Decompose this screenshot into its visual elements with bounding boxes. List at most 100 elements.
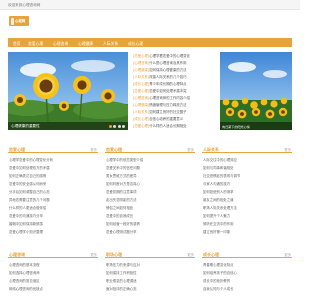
list-item[interactable]: 恋爱中的安全感从何而来: [9, 181, 97, 186]
list-item[interactable]: 婚姻中如何保持新鲜感: [9, 221, 97, 226]
article-title[interactable]: 什么是心理咨询及其作用: [149, 61, 186, 65]
list-item[interactable]: 如何选择心理咨询师: [9, 270, 97, 275]
list-item[interactable]: 朋友之间的相处之道: [203, 197, 291, 202]
nav-item-home[interactable]: 首页: [13, 41, 21, 47]
list-item[interactable]: 人际交往中的心理效应: [203, 157, 291, 162]
panel-header: 职场心理 更多: [105, 250, 195, 258]
panel-title[interactable]: 恋爱心理: [106, 147, 122, 153]
list-item[interactable]: 心理学恋爱中的心理变化分析: [9, 157, 97, 162]
category-tag: [人际关系]: [133, 75, 150, 79]
list-item[interactable]: [人际关系]如何建立良好的社交圈子: [133, 109, 216, 115]
list-item[interactable]: 分手后如何调整自己的心态: [9, 189, 97, 194]
panel-header: 人际关系 更多: [202, 145, 292, 153]
article-title[interactable]: 什么样的人适合长期相处: [149, 124, 186, 128]
nav-item-health[interactable]: 心理健康: [78, 41, 93, 47]
list-item[interactable]: 走出失恋阴影的方法: [106, 197, 194, 202]
list-item[interactable]: 职场人际关系处理方法: [203, 205, 291, 210]
hero-slideshow[interactable]: 心理健康的重要性: [8, 52, 128, 130]
list-item[interactable]: 异地恋需要注意的几个问题: [9, 197, 97, 202]
list-item[interactable]: 情侣之间如何相处: [106, 205, 194, 210]
nav-item-love[interactable]: 恋爱心理: [28, 41, 43, 47]
nav-item-relations[interactable]: 人际关系: [103, 41, 118, 47]
list-item[interactable]: [成长心理]青少年成长期的心理特点: [133, 81, 216, 87]
list-item[interactable]: 恋爱中如何处理双方的矛盾: [9, 165, 97, 170]
list-item[interactable]: 网络心理咨询的优缺点: [9, 286, 97, 291]
list-item[interactable]: 恋爱初期的注意事项: [106, 189, 194, 194]
list-item[interactable]: 面对批评的正确心态: [106, 286, 194, 291]
list-item[interactable]: 如何正确表达自己的感情: [9, 173, 97, 178]
list-item[interactable]: 心理咨询的基本流程: [9, 262, 97, 267]
list-item[interactable]: 如何与同事和谐相处: [203, 165, 291, 170]
list-item[interactable]: 如何判断对方是否真心: [106, 181, 194, 186]
list-item[interactable]: 什么样的人更适合做伴侣: [9, 205, 97, 210]
article-title[interactable]: 改善人际关系的几个技巧: [149, 75, 186, 79]
feature-image[interactable]: 向日葵下的阳光心情: [220, 52, 292, 130]
slide-dot[interactable]: [117, 124, 121, 128]
article-title[interactable]: 心理学看恋爱中的心理变化: [149, 54, 190, 58]
list-item[interactable]: 成长中的挫折教育: [203, 278, 291, 283]
list-item[interactable]: 职业倦怠的心理调适: [106, 278, 194, 283]
more-link[interactable]: 更多: [90, 147, 97, 152]
list-item[interactable]: 如何经营一段好的感情: [106, 221, 194, 226]
panel-title[interactable]: 职场心理: [106, 252, 122, 258]
panel-title[interactable]: 恋爱心理: [9, 147, 25, 153]
list-item[interactable]: [心理健康]如何保持心理健康的方法: [133, 67, 216, 73]
article-title[interactable]: 恋爱中如何处理矛盾冲突: [149, 89, 186, 93]
feature-caption[interactable]: 向日葵下的阳光心情: [222, 124, 250, 129]
more-link[interactable]: 更多: [284, 252, 291, 257]
list-item[interactable]: 恋爱中的沟通技巧分享: [9, 213, 97, 218]
list-item[interactable]: [心理咨询]什么是心理咨询及其作用: [133, 60, 216, 66]
article-title[interactable]: 情绪管理与压力释放方法: [149, 103, 186, 107]
article-title[interactable]: 自信心培养的重要意义: [149, 117, 183, 121]
list-item[interactable]: 建立良好第一印象: [203, 229, 291, 234]
list-item[interactable]: 青春期心理变化特点: [203, 262, 291, 267]
list-item[interactable]: 倾听在交流中的作用: [203, 221, 291, 226]
article-title[interactable]: 青少年成长期的心理特点: [149, 82, 186, 86]
more-link[interactable]: 更多: [187, 252, 194, 257]
article-title[interactable]: 如何保持心理健康的方法: [149, 68, 186, 72]
slide-dot[interactable]: [113, 124, 116, 128]
list-item[interactable]: 如何保持工作积极性: [106, 270, 194, 275]
list-item[interactable]: 恋爱中的自我成长: [106, 213, 194, 218]
article-title[interactable]: 如何建立良好的社交圈子: [149, 110, 186, 114]
category-tag: [心理健康]: [133, 103, 150, 107]
list-item[interactable]: 与家人沟通的技巧: [203, 181, 291, 186]
more-link[interactable]: 更多: [187, 147, 194, 152]
panel-title[interactable]: 成长心理: [203, 252, 219, 258]
panel-title[interactable]: 人际关系: [203, 147, 219, 153]
list-item[interactable]: 恋爱心理学小知识整理: [9, 229, 97, 234]
list-item[interactable]: [恋爱心理]恋爱中如何处理矛盾冲突: [133, 88, 216, 94]
list-item[interactable]: [恋爱心理]心理学看恋爱中的心理变化: [133, 53, 216, 59]
list-item[interactable]: 恋爱心理测试题分享: [106, 229, 194, 234]
nav-item-counseling[interactable]: 心理咨询: [53, 41, 68, 47]
top-bar: 欢迎来到心理咨询网: [0, 0, 300, 10]
list-item[interactable]: [心理健康]情绪管理与压力释放方法: [133, 102, 216, 108]
list-item[interactable]: [成长心理]自信心培养的重要意义: [133, 116, 216, 122]
nav-item-growth[interactable]: 成长心理: [128, 41, 143, 47]
list-item[interactable]: 心理学中的依恋类型介绍: [106, 157, 194, 162]
slide-dot[interactable]: [108, 124, 112, 128]
panel-header: 恋爱心理 更多: [8, 145, 98, 153]
list-item[interactable]: 如何提升个人魅力: [203, 213, 291, 218]
panel-title[interactable]: 心理咨询: [9, 252, 25, 258]
article-title[interactable]: 心理咨询师的工作内容介绍: [149, 96, 190, 100]
list-item[interactable]: 如何拒绝别人的请求: [203, 189, 291, 194]
slide-dot[interactable]: [122, 124, 125, 128]
more-link[interactable]: 更多: [90, 252, 97, 257]
hero-caption[interactable]: 心理健康的重要性: [11, 124, 40, 129]
site-logo[interactable]: 心理网: [9, 16, 29, 26]
list-item[interactable]: [恋爱心理]什么样的人适合长期相处: [133, 123, 216, 129]
category-tag: [人际关系]: [133, 110, 150, 114]
list-item[interactable]: 职场压力的来源与应对: [106, 262, 194, 267]
list-item[interactable]: [人际关系]改善人际关系的几个技巧: [133, 74, 216, 80]
welcome-text: 欢迎来到心理咨询网: [8, 3, 41, 7]
more-link[interactable]: 更多: [284, 147, 291, 152]
list-item[interactable]: 社交恐惧症的表现与调节: [203, 173, 291, 178]
logo-icon: [10, 17, 14, 25]
list-item[interactable]: 男女思维方式的差异: [106, 173, 194, 178]
list-item[interactable]: 如何培养孩子的自信心: [203, 270, 291, 275]
list-item[interactable]: 心理咨询的常见误区: [9, 278, 97, 283]
list-item[interactable]: 自我认知与个人成长: [203, 286, 291, 291]
list-item[interactable]: 恋爱关系中的信任问题: [106, 165, 194, 170]
list-item[interactable]: [心理咨询]心理咨询师的工作内容介绍: [133, 95, 216, 101]
